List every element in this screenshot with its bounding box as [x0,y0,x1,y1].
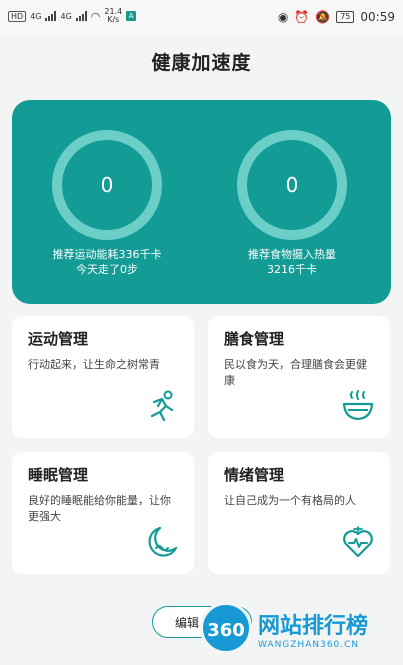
clock: 00:59 [360,10,395,24]
status-bar: HD 4G 4G ◠ 21.4 K/s A ◉ ⏰ 🔕 75 00:59 [0,0,403,36]
watermark-subtext: WANGZHAN360.CN [258,640,360,650]
signal-icon-2 [75,11,87,21]
exercise-summary[interactable]: 0 推荐运动能耗336千卡 今天走了0步 [17,130,197,277]
watermark: 360 网站排行榜 WANGZHAN360.CN [192,602,398,660]
card-desc: 让自己成为一个有格局的人 [224,494,356,507]
mute-icon: 🔕 [315,10,331,24]
card-title: 膳食管理 [224,330,285,348]
card-sleep-management[interactable]: 睡眠管理 良好的睡眠能给你能量，让你更强大 [12,452,194,574]
eye-icon: ◉ [277,10,289,24]
diet-caption-line1: 推荐食物摄入热量 [248,248,336,261]
app-badge-icon: A [126,11,137,21]
card-title: 情绪管理 [224,466,285,484]
exercise-ring: 0 [52,130,162,240]
net-speed: 21.4 K/s [104,8,122,24]
hero-panel: 0 推荐运动能耗336千卡 今天走了0步 0 推荐食物摄入热量 3216千卡 [12,100,391,304]
card-diet-management[interactable]: 膳食管理 民以食为天，合理膳食会更健康 [208,316,390,438]
alarm-icon: ⏰ [294,10,310,24]
diet-caption: 推荐食物摄入热量 3216千卡 [202,247,382,277]
hd-badge: HD [8,10,27,22]
card-exercise-management[interactable]: 运动管理 行动起来，让生命之树常青 [12,316,194,438]
watermark-logo: 360 [200,602,252,654]
exercise-caption: 推荐运动能耗336千卡 今天走了0步 [17,247,197,277]
card-title: 睡眠管理 [28,466,89,484]
battery-icon: 75 [336,11,355,23]
diet-ring: 0 [237,130,347,240]
running-icon [150,390,174,422]
status-right: ◉ ⏰ 🔕 75 00:59 [278,10,395,24]
card-desc: 良好的睡眠能给你能量，让你更强大 [28,494,171,523]
diet-summary[interactable]: 0 推荐食物摄入热量 3216千卡 [202,130,382,277]
signal-label-1: 4G [30,11,42,21]
status-left: HD 4G 4G ◠ 21.4 K/s A [8,8,137,24]
exercise-ring-value: 0 [100,173,114,197]
diet-ring-value: 0 [285,173,299,197]
heart-icon [343,526,373,558]
card-title: 运动管理 [28,330,89,348]
moon-icon [148,526,178,557]
card-emotion-management[interactable]: 情绪管理 让自己成为一个有格局的人 [208,452,390,574]
diet-caption-line2: 3216千卡 [267,263,317,276]
watermark-text: 网站排行榜 [258,614,369,639]
wifi-icon: ◠ [90,9,101,23]
signal-label-2: 4G [60,11,72,21]
net-speed-unit: K/s [107,15,120,24]
exercise-caption-line1: 推荐运动能耗336千卡 [52,248,162,261]
exercise-caption-line2: 今天走了0步 [76,263,138,276]
card-desc: 民以食为天，合理膳食会更健康 [224,358,367,387]
bowl-icon [342,390,374,421]
signal-icon [45,11,57,21]
page-title: 健康加速度 [151,52,252,74]
card-desc: 行动起来，让生命之树常青 [28,358,160,371]
